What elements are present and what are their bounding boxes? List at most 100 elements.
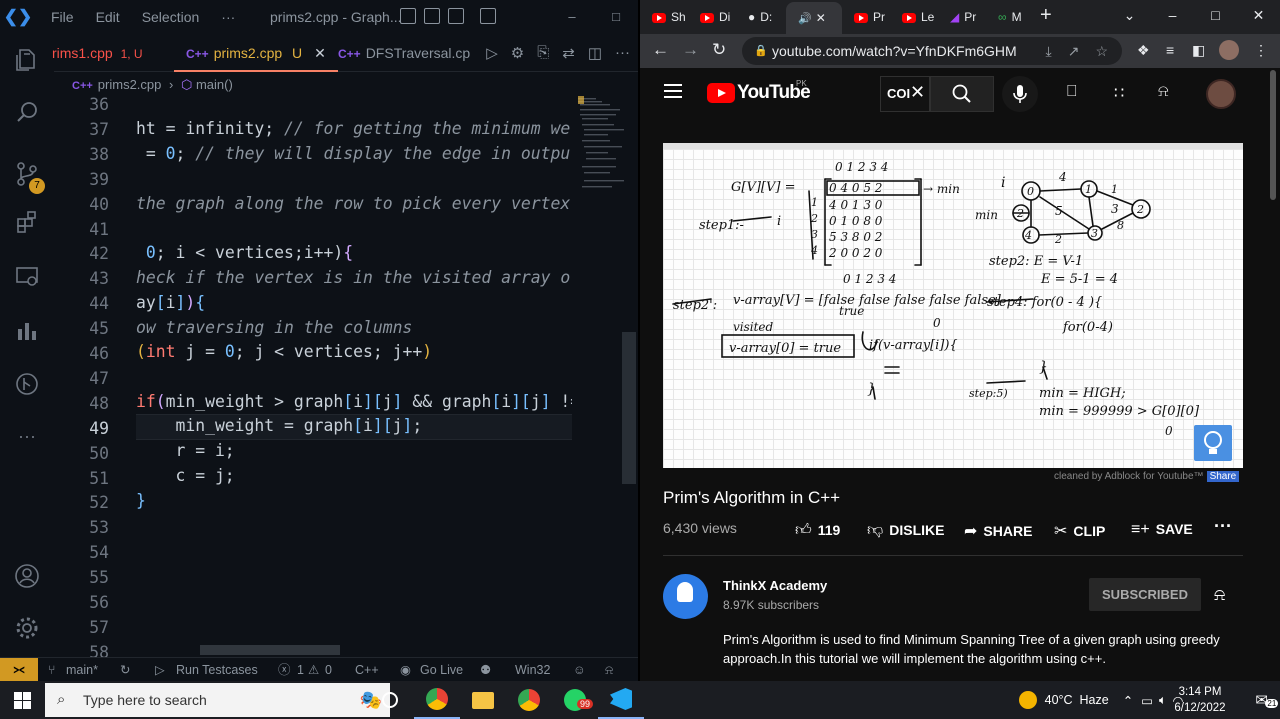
close-window-button[interactable]: ✕ bbox=[1237, 0, 1280, 30]
menu-file[interactable]: File bbox=[40, 9, 85, 25]
voice-search-button[interactable] bbox=[1002, 76, 1038, 112]
run-testcases-button[interactable]: Run Testcases bbox=[176, 658, 258, 681]
notifications-icon[interactable]: ⍾ bbox=[605, 658, 613, 681]
warning-count[interactable]: 0 bbox=[325, 658, 332, 681]
weather-icon[interactable] bbox=[1018, 691, 1037, 709]
install-icon[interactable]: ⤓ bbox=[1046, 37, 1052, 65]
back-icon[interactable]: ← bbox=[652, 40, 669, 60]
battery-icon[interactable]: ▭ bbox=[1141, 693, 1153, 708]
restore-button[interactable]: □ bbox=[1194, 0, 1237, 30]
editor-horizontal-scrollbar[interactable] bbox=[200, 645, 340, 655]
settings-icon[interactable]: ⚙ bbox=[511, 44, 524, 62]
git-branch[interactable]: main* bbox=[66, 658, 98, 681]
chrome-tab[interactable]: ∞ M bbox=[986, 4, 1032, 30]
account-avatar[interactable] bbox=[1206, 79, 1236, 109]
chrome-tab[interactable]: ◢ Pr bbox=[938, 4, 984, 30]
sync-icon[interactable]: ↻ bbox=[120, 658, 130, 681]
split-editor-icon[interactable]: ◫ bbox=[588, 44, 602, 62]
adblock-share-button[interactable]: Share bbox=[1206, 471, 1240, 482]
tab-dfstraversal[interactable]: C++ DFSTraversal.cp bbox=[338, 34, 470, 72]
bookmark-star-icon[interactable]: ☆ bbox=[1095, 37, 1108, 65]
search-icon[interactable] bbox=[0, 90, 54, 134]
channel-avatar[interactable] bbox=[663, 574, 708, 619]
forward-icon[interactable]: → bbox=[682, 40, 699, 60]
error-count[interactable]: 1 bbox=[297, 658, 304, 681]
chart-icon[interactable] bbox=[0, 309, 54, 353]
close-icon[interactable]: ✕ bbox=[314, 45, 326, 61]
page-scrollbar[interactable] bbox=[1270, 70, 1276, 200]
more-views-icon[interactable]: ··· bbox=[0, 414, 54, 458]
source-control-icon[interactable]: 7 bbox=[0, 152, 54, 196]
speaker-icon[interactable]: 🔊 bbox=[798, 13, 812, 25]
tab-search-icon[interactable]: ⌄ bbox=[1108, 0, 1151, 30]
breadcrumb-file[interactable]: prims2.cpp bbox=[98, 77, 162, 92]
chrome-tab[interactable]: Di bbox=[688, 4, 734, 30]
chrome-taskbar-icon[interactable] bbox=[414, 681, 460, 719]
toggle-panel-icon[interactable] bbox=[424, 8, 440, 24]
chrome-tab[interactable]: ● D: bbox=[736, 4, 782, 30]
notifications-bell-icon[interactable]: ⍾ bbox=[1158, 83, 1169, 101]
clock[interactable]: 3:14 PM 6/12/2022 bbox=[1170, 684, 1230, 716]
video-player[interactable]: G[V][V] = 0 4 0 5 2 0 1 2 3 4 4 0 1 3 0 … bbox=[663, 143, 1243, 468]
save-button[interactable]: ≡+ SAVE bbox=[1131, 521, 1193, 539]
menu-more[interactable]: ··· bbox=[210, 9, 246, 25]
editor-vertical-scrollbar[interactable] bbox=[622, 332, 636, 484]
git-graph-icon[interactable] bbox=[0, 362, 54, 406]
channel-watermark[interactable] bbox=[1194, 425, 1232, 461]
clear-search-icon[interactable]: ✕ bbox=[910, 82, 925, 103]
chrome-tab[interactable]: Sh bbox=[640, 4, 686, 30]
cortana-icon[interactable] bbox=[367, 681, 413, 719]
more-actions-icon[interactable]: ··· bbox=[1214, 516, 1232, 537]
git-compare-icon[interactable]: ⇄ bbox=[562, 44, 575, 62]
dislike-button[interactable]: 👎︎ DISLIKE bbox=[867, 521, 944, 540]
toggle-primary-sidebar-icon[interactable] bbox=[400, 8, 416, 24]
clip-button[interactable]: ✂ CLIP bbox=[1054, 521, 1105, 541]
file-explorer-icon[interactable] bbox=[460, 681, 506, 719]
go-live-button[interactable]: Go Live bbox=[420, 658, 463, 681]
copilot-icon[interactable]: ⚉ bbox=[480, 658, 491, 681]
explorer-icon[interactable] bbox=[0, 38, 54, 82]
hamburger-menu-icon[interactable] bbox=[664, 84, 682, 98]
close-icon[interactable]: ✕ bbox=[816, 11, 826, 25]
apps-grid-icon[interactable]: ∷ bbox=[1114, 83, 1124, 103]
start-windows-icon[interactable] bbox=[0, 681, 45, 719]
remote-explorer-icon[interactable] bbox=[0, 254, 54, 298]
profile-avatar[interactable] bbox=[1219, 40, 1239, 60]
restore-button[interactable]: □ bbox=[594, 0, 638, 34]
show-hidden-icons-icon[interactable]: ⌃ bbox=[1123, 693, 1133, 708]
chrome-tab[interactable]: Le bbox=[890, 4, 936, 30]
subscribed-button[interactable]: SUBSCRIBED bbox=[1089, 578, 1201, 611]
new-tab-button[interactable]: + bbox=[1040, 4, 1052, 27]
minimize-button[interactable]: – bbox=[1151, 0, 1194, 30]
share-button[interactable]: ➦ SHARE bbox=[964, 521, 1032, 541]
chrome-profile-icon[interactable] bbox=[506, 681, 552, 719]
media-control-icon[interactable]: ≡ bbox=[1166, 42, 1174, 58]
create-video-icon[interactable]: ⎕ bbox=[1067, 83, 1077, 101]
run-icon[interactable]: ▷ bbox=[486, 44, 498, 62]
taskbar-search-input[interactable]: ⌕ Type here to search 🎭 bbox=[45, 683, 390, 717]
youtube-logo[interactable]: YouTube PK bbox=[707, 79, 811, 104]
settings-gear-icon[interactable] bbox=[0, 606, 54, 650]
accounts-icon[interactable] bbox=[0, 554, 54, 598]
lock-icon[interactable]: 🔒 bbox=[754, 37, 768, 65]
more-actions-icon[interactable]: ··· bbox=[615, 44, 630, 62]
search-button[interactable] bbox=[930, 76, 994, 112]
volume-icon[interactable]: 🔈︎ bbox=[1159, 693, 1167, 708]
chrome-menu-icon[interactable]: ⋮ bbox=[1254, 42, 1268, 59]
platform[interactable]: Win32 bbox=[515, 658, 550, 681]
notification-bell-icon[interactable]: ⍾ bbox=[1214, 585, 1225, 605]
menu-edit[interactable]: Edit bbox=[85, 9, 131, 25]
toggle-secondary-sidebar-icon[interactable] bbox=[448, 8, 464, 24]
chrome-tab-active[interactable]: 🔊 ✕ bbox=[786, 2, 842, 34]
feedback-icon[interactable]: ☺ bbox=[573, 658, 586, 681]
share-icon[interactable]: ↗ bbox=[1068, 37, 1080, 65]
vscode-taskbar-icon[interactable] bbox=[598, 681, 644, 719]
compare-icon[interactable]: ⎘ bbox=[537, 44, 549, 62]
language-mode[interactable]: C++ bbox=[355, 658, 379, 681]
weather-text[interactable]: 40°C Haze bbox=[1045, 693, 1109, 707]
minimize-button[interactable]: – bbox=[550, 0, 594, 34]
reload-icon[interactable]: ↻ bbox=[712, 40, 726, 60]
tab-prims2[interactable]: C++ prims2.cpp U ✕ bbox=[174, 34, 338, 72]
minimap[interactable] bbox=[578, 96, 626, 196]
action-center-icon[interactable]: ✉ 21 bbox=[1255, 691, 1279, 709]
